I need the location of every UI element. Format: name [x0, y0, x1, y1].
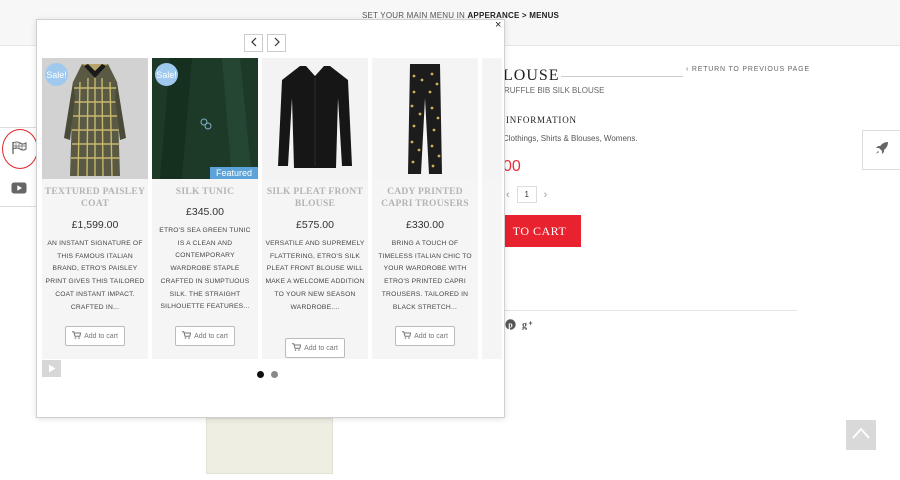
carousel-pagination [257, 371, 278, 378]
svg-text:g: g [522, 320, 527, 330]
add-to-cart-label: Add to cart [84, 332, 118, 340]
add-to-cart-button[interactable]: Add to cart [175, 326, 235, 346]
autoplay-button[interactable] [42, 360, 61, 377]
cart-icon [72, 331, 82, 341]
featured-badge: Featured [209, 167, 258, 179]
chevron-up-icon [852, 426, 870, 444]
quantity-field[interactable]: 1 [516, 186, 537, 203]
cart-icon [182, 331, 192, 341]
launch-button[interactable] [862, 130, 900, 170]
product-main-image [206, 418, 333, 474]
video-play-icon [11, 182, 27, 194]
product-subtitle: RUFFLE BIB SILK BLOUSE [504, 86, 605, 95]
highlight-circle [2, 129, 38, 169]
product-image-silk-tunic[interactable]: Sale! Featured [152, 58, 258, 179]
add-to-cart-label: Add to cart [194, 332, 228, 340]
product-carousel-popup: × Sale! TEXTURED PAISLEY COAT £1,599.00 … [36, 19, 505, 418]
product-description: ETRO'S SEA GREEN TUNIC IS A CLEAN AND CO… [159, 227, 251, 311]
play-icon [48, 360, 56, 378]
product-price: 00 [503, 158, 521, 175]
product-image-partial[interactable] [482, 58, 502, 179]
carousel-prev-button[interactable] [244, 34, 263, 52]
return-to-previous-link[interactable]: ‹ RETURN TO PREVIOUS PAGE [686, 66, 810, 73]
svg-text:+: + [529, 321, 533, 328]
product-price: £1,599.00 [71, 219, 119, 231]
add-to-cart-button[interactable]: Add to cart [285, 338, 345, 358]
product-image-silk-blouse[interactable] [262, 58, 368, 179]
pagination-dot-2[interactable] [271, 371, 278, 378]
product-card: Sale! TEXTURED PAISLEY COAT £1,599.00 AN… [42, 58, 148, 359]
scroll-to-top-button[interactable] [846, 420, 876, 450]
chevron-right-icon [273, 34, 281, 52]
product-name[interactable]: SILK TUNIC [152, 186, 258, 198]
product-description: BRING A TOUCH OF TIMELESS ITALIAN CHIC T… [378, 240, 472, 311]
product-categories: Clothings, Shirts & Blouses, Womens. [503, 134, 638, 143]
product-description: VERSATILE AND SUPREMELY FLATTERING, ETRO… [265, 240, 365, 311]
sale-badge: Sale! [155, 63, 178, 86]
product-description: AN INSTANT SIGNATURE OF THIS FAMOUS ITAL… [45, 240, 145, 311]
chevron-left-icon [250, 34, 258, 52]
product-carousel: Sale! TEXTURED PAISLEY COAT £1,599.00 AN… [42, 58, 502, 360]
product-card: SILK PLEAT FRONT BLOUSE £575.00 VERSATIL… [262, 58, 368, 359]
sale-badge: Sale! [45, 63, 68, 86]
chevron-right-icon[interactable]: › [544, 189, 548, 201]
product-image-paisley-coat[interactable]: Sale! [42, 58, 148, 179]
product-price: £345.00 [186, 206, 224, 218]
product-name[interactable]: TEXTURED PAISLEY COAT [42, 186, 148, 210]
cart-icon [402, 331, 412, 341]
product-card-partial [482, 58, 502, 359]
product-name[interactable]: SILK PLEAT FRONT BLOUSE [262, 186, 368, 210]
quantity-stepper[interactable]: ‹ 1 › [506, 186, 547, 203]
title-divider [561, 76, 683, 77]
product-name[interactable]: CADY PRINTED CAPRI TROUSERS [372, 186, 478, 210]
product-card: CADY PRINTED CAPRI TROUSERS £330.00 BRIN… [372, 58, 478, 359]
carousel-next-button[interactable] [267, 34, 286, 52]
cart-icon [292, 343, 302, 353]
add-to-cart-button[interactable]: TO CART [498, 215, 581, 247]
share-divider [503, 310, 797, 311]
close-popup-button[interactable]: × [495, 20, 501, 31]
social-share: p g + [505, 319, 535, 333]
product-price: £330.00 [406, 219, 444, 231]
product-price: £575.00 [296, 219, 334, 231]
add-to-cart-button[interactable]: Add to cart [395, 326, 455, 346]
product-card: Sale! Featured SILK TUNIC £345.00 ETRO'S… [152, 58, 258, 359]
pinterest-icon[interactable]: p [505, 319, 516, 333]
svg-text:p: p [508, 320, 513, 329]
rocket-icon [875, 141, 889, 160]
google-plus-icon[interactable]: g + [522, 319, 535, 333]
chevron-left-icon[interactable]: ‹ [506, 189, 510, 201]
pagination-dot-1[interactable] [257, 371, 264, 378]
information-heading: INFORMATION [506, 115, 577, 125]
video-button[interactable] [0, 168, 38, 208]
add-to-cart-button[interactable]: Add to cart [65, 326, 125, 346]
add-to-cart-label: Add to cart [304, 344, 338, 352]
add-to-cart-label: Add to cart [414, 332, 448, 340]
product-title: LOUSE [503, 67, 560, 84]
product-image-capri-trousers[interactable] [372, 58, 478, 179]
